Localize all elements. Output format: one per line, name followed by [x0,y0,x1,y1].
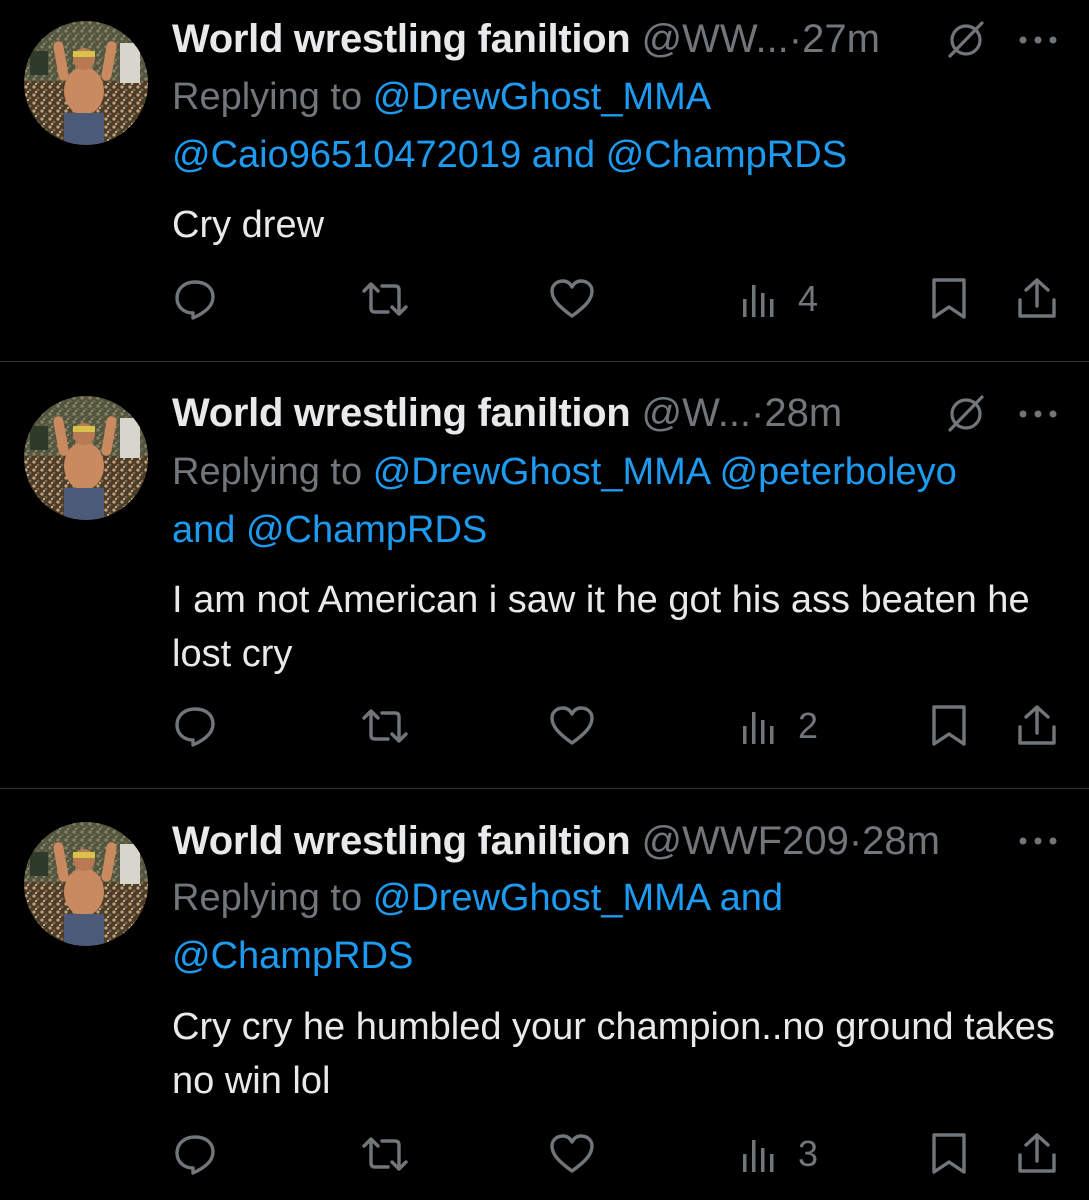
mention-link[interactable]: @peterboleyo [720,451,957,493]
reply-button[interactable] [172,274,218,324]
avatar[interactable] [24,21,148,145]
replying-to: Replying to @DrewGhost_MMA and @ChampRDS [172,869,1052,985]
timestamp[interactable]: 28m [764,391,842,435]
share-button[interactable] [1015,701,1059,751]
mute-icon[interactable] [944,17,988,61]
replying-to: Replying to @DrewGhost_MMA @peterboleyo … [172,443,1052,559]
user-handle[interactable]: @WWF209 [642,819,849,863]
tweet-header: World wrestling faniltion @WWF209·28m [172,816,940,866]
like-icon [550,1134,594,1173]
reply-button[interactable] [172,701,218,751]
display-name[interactable]: World wrestling faniltion [172,391,631,435]
replying-label: Replying to [172,877,363,919]
views-count: 4 [798,278,819,319]
views-icon [743,712,774,744]
timestamp[interactable]: 27m [802,17,880,61]
retweet-icon [362,709,408,743]
like-button[interactable] [548,701,596,751]
more-icon[interactable] [1016,33,1060,47]
views-button[interactable]: 2 [740,701,818,751]
mention-link[interactable]: @DrewGhost_MMA [373,877,709,919]
mute-icon[interactable] [944,391,988,435]
bookmark-button[interactable] [928,1129,970,1179]
tweet-header: World wrestling faniltion @W...·28m [172,388,842,438]
display-name[interactable]: World wrestling faniltion [172,819,631,863]
views-count: 3 [798,1133,819,1174]
share-icon [1018,278,1056,318]
share-button[interactable] [1015,1129,1059,1179]
more-icon[interactable] [1016,834,1060,848]
bookmark-icon [932,705,966,746]
replying-label: Replying to [172,451,363,493]
more-icon[interactable] [1016,407,1060,421]
retweet-button[interactable] [360,1129,410,1179]
share-button[interactable] [1015,274,1059,324]
like-icon [550,279,594,318]
retweet-icon [362,1137,408,1171]
user-handle[interactable]: @WW... [642,17,789,61]
separator-dot: · [788,17,803,61]
timestamp[interactable]: 28m [862,819,940,863]
mention-link[interactable]: @ChampRDS [172,935,413,977]
display-name[interactable]: World wrestling faniltion [172,17,631,61]
retweet-icon [362,282,408,316]
reply-icon [175,280,215,320]
share-icon [1018,705,1056,745]
avatar-image [24,396,148,520]
reply-icon [175,1135,215,1175]
bookmark-icon [932,1133,966,1174]
action-bar: 4 [0,274,1089,324]
tweet-text: Cry cry he humbled your champion..no gro… [172,1006,1055,1102]
action-bar: 3 [0,1129,1089,1179]
separator-dot: · [751,391,765,435]
replying-label: Replying to [172,76,363,118]
share-icon [1018,1133,1056,1173]
mention-link[interactable]: @ChampRDS [606,134,847,176]
retweet-button[interactable] [360,274,410,324]
mention-link[interactable]: @ChampRDS [246,509,487,551]
views-icon [743,1140,774,1172]
action-bar: 2 [0,701,1089,751]
like-icon [550,706,594,745]
tweet[interactable]: World wrestling faniltion @WW...·27m Rep… [0,0,1089,361]
reply-icon [175,707,215,747]
mention-link[interactable]: @Caio96510472019 [172,134,521,176]
retweet-button[interactable] [360,701,410,751]
bookmark-button[interactable] [928,701,970,751]
and-word: and [719,877,783,919]
views-count: 2 [798,705,819,746]
separator-dot: · [848,819,863,863]
avatar-image [24,21,148,145]
views-icon [743,285,774,317]
avatar[interactable] [24,822,148,946]
and-word: and [172,509,236,551]
like-button[interactable] [548,1129,596,1179]
tweet-header: World wrestling faniltion @WW...·27m [172,14,880,64]
bookmark-icon [932,278,966,319]
and-word: and [531,134,596,176]
user-handle[interactable]: @W... [642,391,752,435]
replying-to: Replying to @DrewGhost_MMA @Caio96510472… [172,68,1052,184]
bookmark-button[interactable] [928,274,970,324]
tweet-text: Cry drew [172,204,325,246]
avatar[interactable] [24,396,148,520]
mention-link[interactable]: @DrewGhost_MMA [373,76,711,118]
mention-link[interactable]: @DrewGhost_MMA [373,451,709,493]
like-button[interactable] [548,274,596,324]
avatar-image [24,822,148,946]
reply-button[interactable] [172,1129,218,1179]
views-button[interactable]: 3 [740,1129,818,1179]
views-button[interactable]: 4 [740,274,818,324]
tweet-text: I am not American i saw it he got his as… [172,579,1030,675]
